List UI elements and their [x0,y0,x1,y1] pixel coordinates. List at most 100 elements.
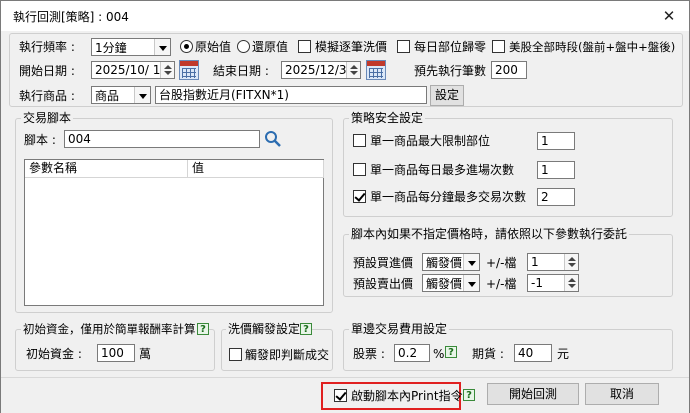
end-date-value: 2025/12/31 [285,63,355,77]
preexec-value: 200 [495,63,518,77]
script-field[interactable]: 004 [64,130,260,148]
sell-tick-field[interactable]: -1 [527,274,579,292]
per-minute-trades-value: 2 [541,190,549,204]
capital-group-title: 初始資金，僅用於簡單報酬率計算 [21,322,198,336]
daily-entry-checkbox[interactable] [353,163,366,176]
buy-price-label: 預設買進價 [353,256,414,270]
buy-tick-value: 1 [531,255,539,269]
product-value: 台股指數近月(FITXN*1) [159,88,289,102]
daily-reset-checkbox[interactable] [397,40,410,53]
us-all-sessions-label: 美股全部時段(盤前+盤中+盤後) [509,40,676,54]
radio-original[interactable] [180,40,193,53]
calendar-icon[interactable] [179,60,199,80]
us-all-sessions-checkbox[interactable] [492,40,505,53]
stock-fee-label: 股票 : [353,347,385,361]
capital-unit: 萬 [139,347,152,361]
wash-group-title: 洗價觸發設定 [226,322,303,336]
max-position-checkbox[interactable] [353,134,366,147]
simulate-label: 模擬逐筆洗價 [315,40,388,54]
strategy-group-title: 策略安全設定 [349,111,426,125]
sell-tick-value: -1 [531,276,543,290]
stock-fee-unit: % [433,347,445,361]
product-label: 執行商品 : [19,89,75,103]
help-icon[interactable]: ? [197,323,209,335]
daily-entry-field[interactable]: 1 [537,161,575,179]
end-date-label: 結束日期 : [213,64,269,78]
simulate-checkbox[interactable] [298,40,311,53]
freq-select[interactable]: 1分鐘 [91,38,171,56]
chevron-down-icon[interactable] [463,275,479,291]
radio-restored[interactable] [237,40,250,53]
wash-checkbox[interactable] [229,348,242,361]
chevron-down-icon[interactable] [154,39,170,55]
max-position-field[interactable]: 1 [537,132,575,150]
cancel-button[interactable]: 取消 [585,383,659,405]
end-date-spinner[interactable] [346,62,360,78]
start-date-spinner[interactable] [160,62,174,78]
radio-original-label: 原始值 [195,40,232,54]
help-icon[interactable]: ? [463,389,475,401]
help-icon[interactable]: ? [300,323,312,335]
sell-price-label: 預設賣出價 [353,277,414,291]
product-type-select[interactable]: 商品 [91,86,151,104]
start-date-label: 開始日期 : [19,64,75,78]
end-date-field[interactable]: 2025/12/31 [281,61,361,79]
preexec-field[interactable]: 200 [491,61,527,79]
price-group-title: 腳本內如果不指定價格時，請依照以下參數執行委託 [349,227,630,241]
close-button[interactable]: ✕ [657,5,681,27]
futures-fee-unit: 元 [557,347,570,361]
start-date-value: 2025/10/ 1 [95,63,161,77]
wash-label: 觸發即判斷成交 [245,348,330,362]
buy-tick-spinner[interactable] [564,254,578,270]
buy-tick-field[interactable]: 1 [527,253,579,271]
daily-entry-label: 單一商品每日最多進場次數 [370,163,515,177]
start-backtest-button[interactable]: 開始回測 [487,383,579,405]
search-icon[interactable] [264,130,282,148]
radio-restored-label: 還原值 [252,40,289,54]
futures-fee-label: 期貨 : [472,347,504,361]
daily-entry-value: 1 [541,163,549,177]
sell-tick-spinner[interactable] [564,275,578,291]
buy-price-value: 觸發價 [426,256,463,270]
print-checkbox[interactable] [334,389,347,402]
stock-fee-value: 0.2 [398,346,418,360]
preexec-label: 預先執行筆數 [414,64,487,78]
futures-fee-field[interactable]: 40 [514,344,552,362]
capital-label: 初始資金 : [26,347,82,361]
per-minute-trades-checkbox[interactable] [353,190,366,203]
capital-value: 100 [101,346,124,360]
chevron-down-icon[interactable] [134,87,150,103]
script-label: 腳本 : [24,133,56,147]
params-list[interactable]: 參數名稱 值 [24,159,324,306]
fees-group-title: 單邊交易費用設定 [349,322,450,336]
title-bar: 執行回測[策略] : 004 ✕ [1,1,689,31]
script-group-title: 交易腳本 [21,111,74,125]
calendar-icon[interactable] [366,60,386,80]
sell-tick-label: +/-檔 [486,277,517,291]
buy-price-select[interactable]: 觸發價 [422,253,480,271]
futures-fee-value: 40 [518,346,534,360]
buy-tick-label: +/-檔 [486,256,517,270]
stock-fee-field[interactable]: 0.2 [394,344,430,362]
per-minute-trades-label: 單一商品每分鐘最多交易次數 [370,190,527,204]
product-field[interactable]: 台股指數近月(FITXN*1) [155,86,427,104]
set-button[interactable]: 設定 [430,85,464,106]
product-type-value: 商品 [95,89,120,103]
chevron-down-icon[interactable] [463,254,479,270]
start-date-field[interactable]: 2025/10/ 1 [91,61,175,79]
script-value: 004 [68,132,91,146]
col-param-name[interactable]: 參數名稱 [25,160,188,178]
print-label: 啟動腳本內Print指令 [351,389,463,403]
per-minute-trades-field[interactable]: 2 [537,188,575,206]
freq-label: 執行頻率 : [19,40,75,54]
max-position-value: 1 [541,134,549,148]
help-icon[interactable]: ? [445,346,457,358]
sell-price-select[interactable]: 觸發價 [422,274,480,292]
col-param-value[interactable]: 值 [188,160,324,178]
window-title: 執行回測[策略] : 004 [13,10,129,24]
sell-price-value: 觸發價 [426,277,463,291]
daily-reset-label: 每日部位歸零 [414,40,487,54]
capital-field[interactable]: 100 [97,344,135,362]
max-position-label: 單一商品最大限制部位 [370,134,491,148]
freq-value: 1分鐘 [95,41,127,55]
